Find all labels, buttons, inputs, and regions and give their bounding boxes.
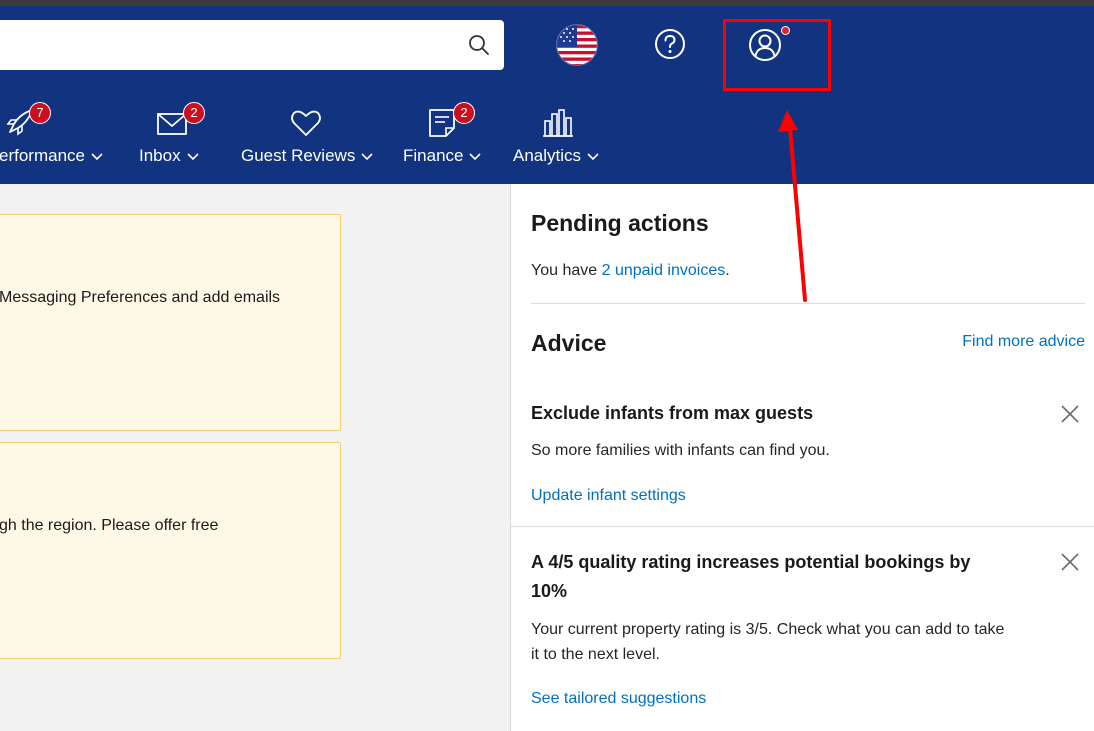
nav-item-performance[interactable]: 7 erformance (0, 102, 110, 172)
bar-chart-icon (543, 109, 573, 137)
nav-item-guest-reviews[interactable]: Guest Reviews (241, 102, 376, 172)
advice-item-body-line1: Your current property rating is 3/5. Che… (531, 621, 1005, 638)
pending-actions-text: You have 2 unpaid invoices. (531, 262, 730, 280)
notice-card: gh the region. Please offer free (0, 442, 341, 659)
search-input[interactable] (0, 20, 504, 70)
nav-label-guest-reviews: Guest Reviews (241, 146, 373, 166)
see-tailored-suggestions-link[interactable]: See tailored suggestions (531, 690, 706, 708)
update-infant-settings-link[interactable]: Update infant settings (531, 487, 686, 505)
finance-badge: 2 (453, 102, 475, 124)
chevron-down-icon (361, 152, 373, 160)
close-icon[interactable] (1059, 551, 1081, 573)
advice-item-title: Exclude infants from max guests (531, 403, 814, 423)
notice-card-text: gh the region. Please offer free (0, 517, 219, 534)
advice-item-body: So more families with infants can find y… (531, 442, 830, 459)
nav-label-analytics: Analytics (513, 146, 599, 166)
advice-item-title-line2: 10% (531, 581, 568, 601)
advice-title: Advice (531, 330, 607, 356)
help-icon[interactable] (654, 28, 686, 60)
advice-item-title-line1: A 4/5 quality rating increases potential… (531, 552, 971, 572)
notice-card: Messaging Preferences and add emails (0, 214, 341, 431)
find-more-advice-link[interactable]: Find more advice (962, 333, 1085, 351)
nav-item-finance[interactable]: 2 Finance (403, 102, 485, 172)
top-header: 7 erformance 2 Inbox Guest Reviews 2 Fin… (0, 6, 1094, 184)
pending-actions-title: Pending actions (531, 210, 709, 236)
unpaid-invoices-link[interactable]: 2 unpaid invoices (602, 262, 726, 279)
nav-label-finance: Finance (403, 146, 482, 166)
inbox-badge: 2 (183, 102, 205, 124)
advice-item-body-line2: it to the next level. (531, 646, 660, 663)
performance-badge: 7 (29, 102, 51, 124)
nav-item-analytics[interactable]: Analytics (513, 102, 603, 172)
search-field[interactable] (0, 20, 440, 70)
notice-card-text: Messaging Preferences and add emails (0, 289, 281, 306)
nav-item-inbox[interactable]: 2 Inbox (139, 102, 209, 172)
divider (511, 526, 1094, 527)
heart-icon (291, 110, 321, 136)
close-icon[interactable] (1059, 403, 1081, 425)
nav-label-performance: erformance (0, 146, 103, 166)
side-panel: Pending actions You have 2 unpaid invoic… (510, 184, 1094, 731)
chevron-down-icon (587, 152, 599, 160)
nav-label-inbox: Inbox (139, 146, 199, 166)
pending-prefix: You have (531, 262, 602, 279)
divider (531, 303, 1085, 304)
annotation-highlight-box (723, 19, 831, 91)
chevron-down-icon (187, 152, 199, 160)
chevron-down-icon (469, 152, 482, 160)
chevron-down-icon (91, 152, 103, 160)
search-icon[interactable] (468, 34, 490, 56)
language-flag-icon[interactable] (556, 24, 598, 66)
pending-suffix: . (725, 262, 730, 279)
